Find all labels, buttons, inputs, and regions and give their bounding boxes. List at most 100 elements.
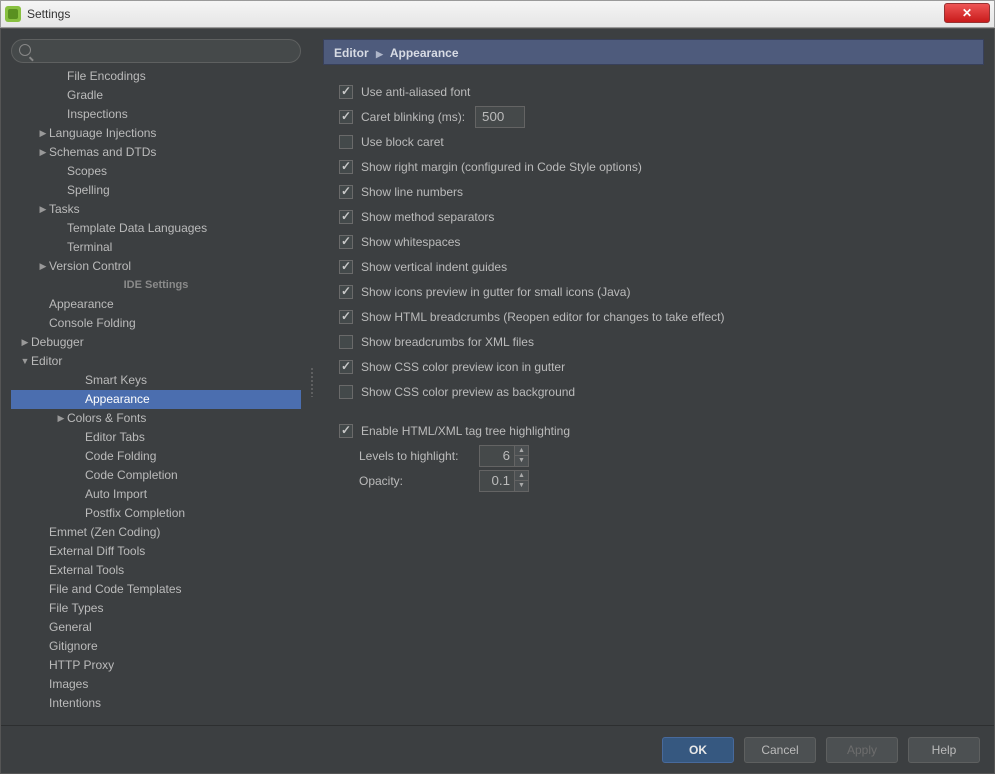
tree-item[interactable]: Intentions [11, 694, 301, 713]
levels-spinner[interactable]: ▲▼ [479, 445, 529, 467]
spinner-down-icon[interactable]: ▼ [515, 456, 528, 466]
tree-item[interactable]: Auto Import [11, 485, 301, 504]
tree-item[interactable]: Console Folding [11, 314, 301, 333]
tree-item[interactable]: Emmet (Zen Coding) [11, 523, 301, 542]
opacity-input[interactable] [480, 471, 514, 491]
tree-item[interactable]: General [11, 618, 301, 637]
tree-item-label: Gradle [67, 86, 103, 105]
checkbox-whitespaces[interactable] [339, 235, 353, 249]
main-area: File EncodingsGradleInspections▶Language… [1, 29, 994, 725]
window-close-button[interactable]: ✕ [944, 3, 990, 23]
tree-item[interactable]: ▶Language Injections [11, 124, 301, 143]
checkbox-antialiased[interactable] [339, 85, 353, 99]
spinner-up-icon[interactable]: ▲ [515, 471, 528, 482]
option-label: Show vertical indent guides [361, 260, 507, 274]
tree-item[interactable]: Code Completion [11, 466, 301, 485]
tree-item[interactable]: File Types [11, 599, 301, 618]
tree-item[interactable]: External Diff Tools [11, 542, 301, 561]
tree-item[interactable]: ▶Version Control [11, 257, 301, 276]
tree-item[interactable]: ▶Colors & Fonts [11, 409, 301, 428]
option-row: Show breadcrumbs for XML files [339, 329, 968, 354]
spinner-down-icon[interactable]: ▼ [515, 481, 528, 491]
tree-item[interactable]: ▼Editor [11, 352, 301, 371]
caret_blinking-input[interactable] [475, 106, 525, 128]
breadcrumb-current: Appearance [390, 46, 459, 60]
tree-item[interactable]: Inspections [11, 105, 301, 124]
tree-item-label: External Tools [49, 561, 124, 580]
apply-button[interactable]: Apply [826, 737, 898, 763]
option-label: Opacity: [359, 474, 469, 488]
option-label: Show CSS color preview as background [361, 385, 575, 399]
ok-button[interactable]: OK [662, 737, 734, 763]
tree-item-label: Scopes [67, 162, 107, 181]
app-icon [5, 6, 21, 22]
tree-item[interactable]: ▶Tasks [11, 200, 301, 219]
tree-item[interactable]: HTTP Proxy [11, 656, 301, 675]
tree-item[interactable]: Postfix Completion [11, 504, 301, 523]
checkbox-icons_gutter[interactable] [339, 285, 353, 299]
tree-item[interactable]: Scopes [11, 162, 301, 181]
checkbox-line_numbers[interactable] [339, 185, 353, 199]
chevron-right-icon: ▶ [55, 409, 67, 428]
checkbox-right_margin[interactable] [339, 160, 353, 174]
tree-item[interactable]: File and Code Templates [11, 580, 301, 599]
tree-item-label: Code Folding [85, 447, 156, 466]
tree-item[interactable]: External Tools [11, 561, 301, 580]
option-label: Show line numbers [361, 185, 463, 199]
tree-item-label: Emmet (Zen Coding) [49, 523, 160, 542]
tree-item-label: Debugger [31, 333, 84, 352]
splitter[interactable] [309, 39, 315, 725]
checkbox-css_bg[interactable] [339, 385, 353, 399]
chevron-right-icon: ▶ [376, 49, 383, 59]
option-row: Opacity: ▲▼ [339, 468, 968, 493]
cancel-button[interactable]: Cancel [744, 737, 816, 763]
option-row: Show icons preview in gutter for small i… [339, 279, 968, 304]
tree-item-label: Postfix Completion [85, 504, 185, 523]
option-label: Show whitespaces [361, 235, 460, 249]
checkbox-indent_guides[interactable] [339, 260, 353, 274]
tree-item[interactable]: File Encodings [11, 67, 301, 86]
checkbox-html_breadcrumbs[interactable] [339, 310, 353, 324]
option-row: Enable HTML/XML tag tree highlighting [339, 418, 968, 443]
checkbox-css_gutter[interactable] [339, 360, 353, 374]
levels-input[interactable] [480, 446, 514, 466]
dialog-button-bar: OK Cancel Apply Help [1, 725, 994, 773]
option-label: Levels to highlight: [359, 449, 469, 463]
tree-item[interactable]: Appearance [11, 295, 301, 314]
tree-item[interactable]: Appearance [11, 390, 301, 409]
tree-item[interactable]: Code Folding [11, 447, 301, 466]
option-label: Show CSS color preview icon in gutter [361, 360, 565, 374]
search-icon [19, 44, 31, 56]
checkbox-xml_breadcrumbs[interactable] [339, 335, 353, 349]
tree-item[interactable]: Gitignore [11, 637, 301, 656]
tree-item[interactable]: Template Data Languages [11, 219, 301, 238]
tree-item-label: Colors & Fonts [67, 409, 146, 428]
tree-item[interactable]: ▶Schemas and DTDs [11, 143, 301, 162]
checkbox-method_sep[interactable] [339, 210, 353, 224]
tree-item-label: File and Code Templates [49, 580, 182, 599]
tree-item[interactable]: Terminal [11, 238, 301, 257]
chevron-right-icon: ▶ [37, 200, 49, 219]
spinner-up-icon[interactable]: ▲ [515, 446, 528, 457]
tree-item-label: HTTP Proxy [49, 656, 114, 675]
option-label: Use block caret [361, 135, 444, 149]
option-label: Show right margin (configured in Code St… [361, 160, 642, 174]
tree-item-label: File Encodings [67, 67, 146, 86]
tree-item-label: Smart Keys [85, 371, 147, 390]
tree-item[interactable]: ▶Debugger [11, 333, 301, 352]
checkbox-block_caret[interactable] [339, 135, 353, 149]
opacity-spinner[interactable]: ▲▼ [479, 470, 529, 492]
tree-item[interactable]: Editor Tabs [11, 428, 301, 447]
tree-item[interactable]: Smart Keys [11, 371, 301, 390]
checkbox-tag_tree[interactable] [339, 424, 353, 438]
settings-search-input[interactable] [11, 39, 301, 63]
tree-item[interactable]: Images [11, 675, 301, 694]
help-button[interactable]: Help [908, 737, 980, 763]
checkbox-caret_blinking[interactable] [339, 110, 353, 124]
tree-item[interactable]: Spelling [11, 181, 301, 200]
tree-item-label: Version Control [49, 257, 131, 276]
option-label: Show icons preview in gutter for small i… [361, 285, 630, 299]
tree-item[interactable]: Gradle [11, 86, 301, 105]
option-row: Use anti-aliased font [339, 79, 968, 104]
settings-tree[interactable]: File EncodingsGradleInspections▶Language… [11, 67, 301, 725]
